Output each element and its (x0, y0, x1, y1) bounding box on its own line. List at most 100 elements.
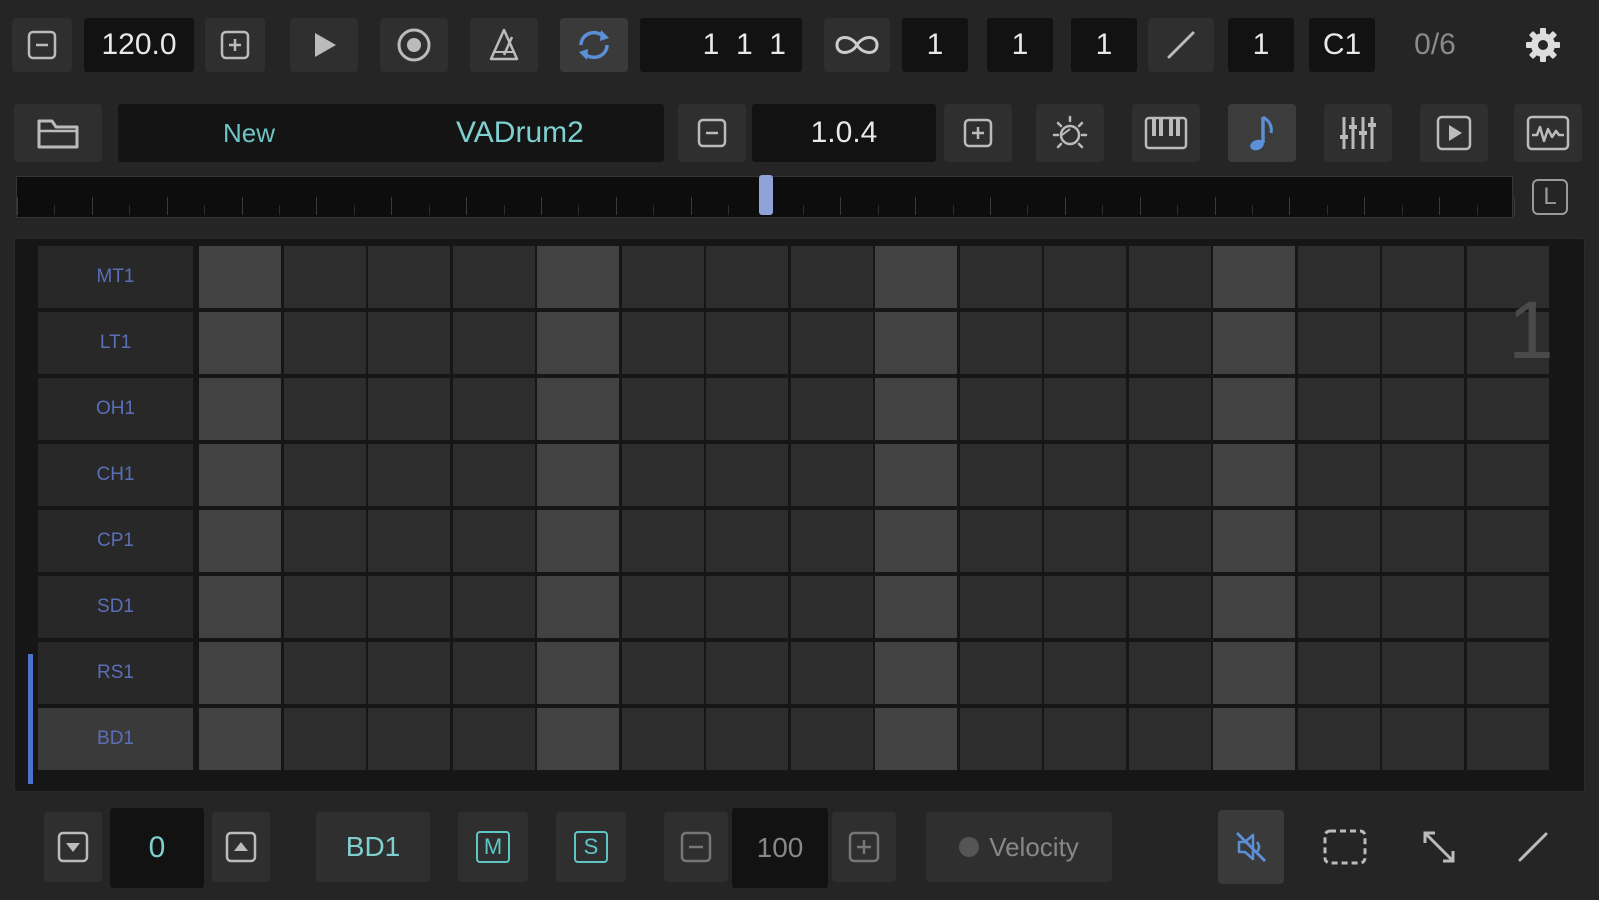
step-cell[interactable] (621, 246, 704, 308)
step-cell[interactable] (1382, 444, 1464, 506)
track-row-label[interactable]: LT1 (38, 312, 193, 374)
mixer-view-button[interactable] (1324, 104, 1392, 162)
tempo-increase-button[interactable] (205, 18, 265, 72)
step-cell[interactable] (875, 510, 957, 572)
solo-button[interactable]: S (556, 812, 626, 882)
loop-c-field[interactable]: 1 (1071, 18, 1137, 72)
step-cell[interactable] (537, 444, 619, 506)
lock-button[interactable]: L (1526, 175, 1574, 219)
step-cell[interactable] (1128, 378, 1211, 440)
track-row-label[interactable]: OH1 (38, 378, 193, 440)
track-timeline[interactable] (16, 175, 1515, 218)
track-row-label[interactable]: CH1 (38, 444, 193, 506)
step-cell[interactable] (621, 444, 704, 506)
mute-button[interactable]: M (458, 812, 528, 882)
record-button[interactable] (380, 18, 448, 72)
step-cell[interactable] (452, 378, 535, 440)
step-cell[interactable] (875, 378, 957, 440)
open-folder-button[interactable] (14, 104, 102, 162)
step-cell[interactable] (1044, 444, 1126, 506)
step-cell[interactable] (1382, 576, 1464, 638)
step-cell[interactable] (1213, 378, 1295, 440)
track-row-label[interactable]: CP1 (38, 510, 193, 572)
step-cell[interactable] (368, 708, 450, 770)
step-cell[interactable] (199, 312, 281, 374)
velocity-field[interactable]: 100 (732, 808, 828, 888)
pencil-mode-button[interactable] (1500, 812, 1566, 882)
step-cell[interactable] (199, 642, 281, 704)
track-row-label[interactable]: BD1 (38, 708, 193, 770)
step-cell[interactable] (368, 246, 450, 308)
step-cell[interactable] (1466, 378, 1549, 440)
step-cell[interactable] (1297, 444, 1380, 506)
step-cell[interactable] (621, 642, 704, 704)
velocity-toggle-button[interactable]: Velocity (926, 812, 1112, 882)
version-field[interactable]: 1.0.4 (752, 104, 936, 162)
step-cell[interactable] (1213, 510, 1295, 572)
play-button[interactable] (290, 18, 358, 72)
version-increase-button[interactable] (944, 104, 1012, 162)
step-cell[interactable] (537, 312, 619, 374)
step-cell[interactable] (621, 312, 704, 374)
step-cell[interactable] (1128, 708, 1211, 770)
octave-down-button[interactable] (44, 812, 102, 882)
velocity-decrease-button[interactable] (664, 812, 728, 882)
step-cell[interactable] (706, 378, 788, 440)
step-cell[interactable] (1044, 312, 1126, 374)
step-cell[interactable] (621, 378, 704, 440)
step-cell[interactable] (199, 576, 281, 638)
step-cell[interactable] (1213, 642, 1295, 704)
step-cell[interactable] (1297, 312, 1380, 374)
step-cell[interactable] (452, 708, 535, 770)
step-cell[interactable] (706, 444, 788, 506)
step-cell[interactable] (1297, 510, 1380, 572)
step-cell[interactable] (1297, 708, 1380, 770)
project-name-field[interactable]: New VADrum2 (118, 104, 664, 162)
step-cell[interactable] (1128, 510, 1211, 572)
sequence-play-button[interactable] (1420, 104, 1488, 162)
position-field[interactable]: 1 1 1 (640, 18, 802, 72)
step-cell[interactable] (1213, 444, 1295, 506)
draw-mode-button[interactable] (1148, 18, 1214, 72)
step-cell[interactable] (959, 642, 1042, 704)
track-row-label[interactable]: RS1 (38, 642, 193, 704)
infinite-loop-button[interactable] (824, 18, 890, 72)
select-mode-button[interactable] (1312, 812, 1378, 882)
step-cell[interactable] (1382, 246, 1464, 308)
step-cell[interactable] (621, 708, 704, 770)
step-cell[interactable] (537, 576, 619, 638)
step-cell[interactable] (1044, 642, 1126, 704)
step-cell[interactable] (368, 378, 450, 440)
step-cell[interactable] (368, 312, 450, 374)
audition-mute-button[interactable] (1218, 810, 1284, 884)
step-cell[interactable] (1382, 312, 1464, 374)
step-cell[interactable] (1382, 378, 1464, 440)
new-project-label[interactable]: New (223, 118, 275, 149)
step-cell[interactable] (1213, 576, 1295, 638)
step-cell[interactable] (368, 642, 450, 704)
step-cell[interactable] (875, 642, 957, 704)
step-cell[interactable] (1044, 510, 1126, 572)
step-cell[interactable] (790, 378, 873, 440)
step-cell[interactable] (790, 642, 873, 704)
step-cell[interactable] (790, 510, 873, 572)
step-cell[interactable] (1297, 576, 1380, 638)
step-cell[interactable] (537, 246, 619, 308)
step-cell[interactable] (706, 576, 788, 638)
step-cell[interactable] (959, 510, 1042, 572)
step-cell[interactable] (959, 312, 1042, 374)
step-cell[interactable] (790, 708, 873, 770)
loop-d-field[interactable]: 1 (1228, 18, 1294, 72)
piano-view-button[interactable] (1132, 104, 1200, 162)
step-cell[interactable] (283, 312, 366, 374)
step-cell[interactable] (368, 510, 450, 572)
step-cell[interactable] (283, 642, 366, 704)
octave-up-button[interactable] (212, 812, 270, 882)
step-cell[interactable] (1213, 246, 1295, 308)
tempo-decrease-button[interactable] (12, 18, 72, 72)
step-cell[interactable] (875, 312, 957, 374)
step-cell[interactable] (1128, 642, 1211, 704)
step-cell[interactable] (1044, 576, 1126, 638)
step-cell[interactable] (706, 246, 788, 308)
step-cell[interactable] (537, 708, 619, 770)
